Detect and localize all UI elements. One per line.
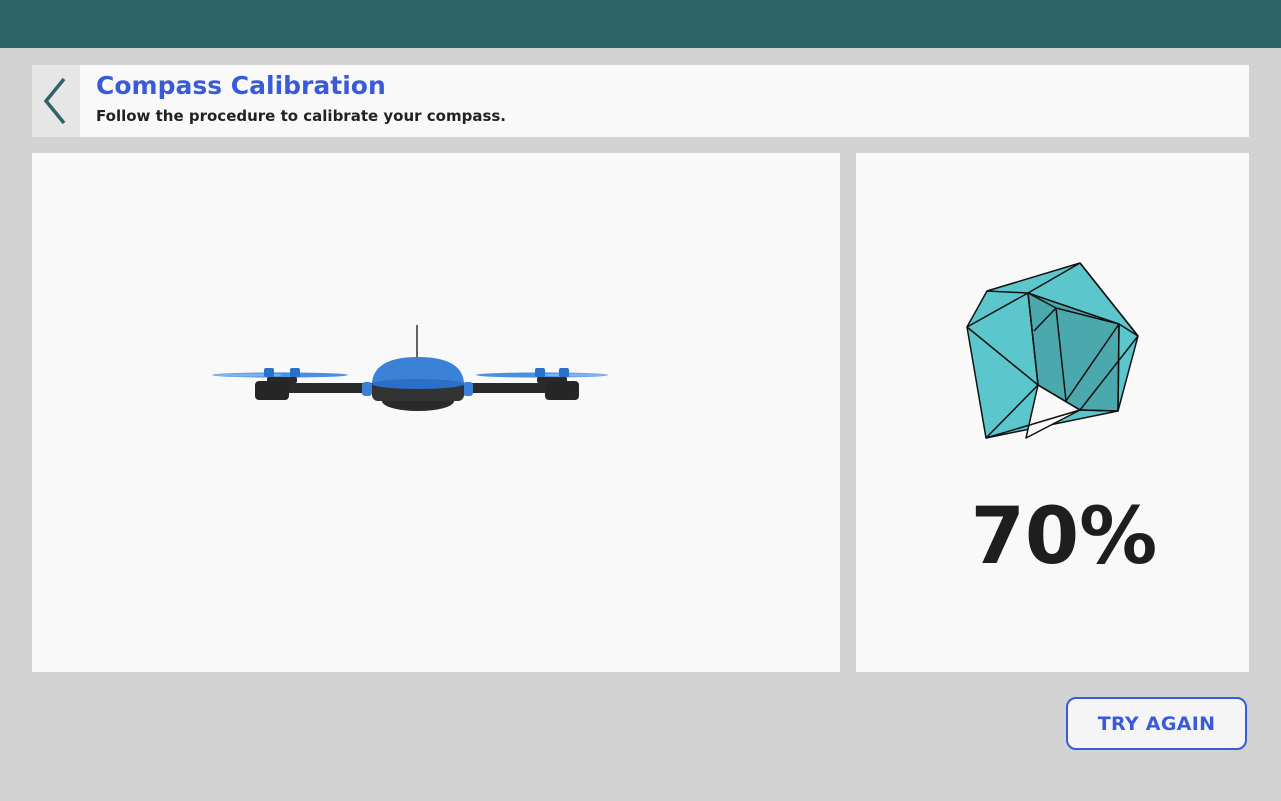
- page-header: Compass Calibration Follow the procedure…: [32, 65, 1249, 137]
- calibration-progress-panel: 70%: [856, 153, 1249, 672]
- page-subtitle: Follow the procedure to calibrate your c…: [96, 107, 507, 125]
- icosahedron-calibration-icon: [966, 262, 1139, 439]
- chevron-left-icon: [43, 77, 66, 125]
- drone-illustration: [212, 325, 608, 411]
- calibration-percent: 70%: [970, 492, 1158, 582]
- back-button[interactable]: [32, 65, 80, 137]
- drone-view-panel: [32, 153, 840, 672]
- try-again-button[interactable]: TRY AGAIN: [1066, 697, 1247, 750]
- top-app-bar: [0, 0, 1281, 48]
- page-title: Compass Calibration: [96, 71, 386, 100]
